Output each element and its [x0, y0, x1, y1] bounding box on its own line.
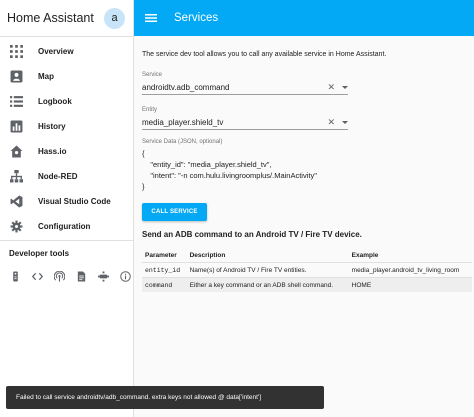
entity-value: media_player.shield_tv: [142, 118, 224, 127]
sidebar-item-node-red[interactable]: Node-RED: [0, 164, 133, 189]
gear-icon: [9, 220, 23, 234]
sidebar-nav: Overview Map Logbook History Hass.io Nod…: [0, 37, 133, 239]
network-icon: [9, 170, 23, 184]
table-row: command Either a key command or an ADB s…: [142, 277, 472, 292]
table-cell: media_player.android_tv_living_room: [348, 262, 472, 278]
developer-tools-section: Developer tools: [0, 240, 133, 282]
info-icon[interactable]: [119, 270, 131, 282]
page-title: Services: [174, 12, 219, 24]
service-value: androidtv.adb_command: [142, 83, 230, 92]
sidebar-item-label: Configuration: [38, 222, 91, 231]
call-service-button[interactable]: CALL SERVICE: [142, 203, 207, 221]
sidebar-header: Home Assistant a: [0, 0, 133, 37]
table-header: Description: [189, 252, 226, 259]
sidebar-item-configuration[interactable]: Configuration: [0, 214, 133, 239]
sidebar-item-label: Logbook: [38, 97, 72, 106]
file-icon[interactable]: [75, 270, 87, 282]
sidebar-item-map[interactable]: Map: [0, 64, 133, 89]
sidebar-item-hassio[interactable]: Hass.io: [0, 139, 133, 164]
sidebar-item-label: History: [38, 122, 66, 131]
main-content: The service dev tool allows you to call …: [142, 36, 472, 417]
table-header: Example: [351, 252, 379, 259]
sidebar-item-label: Map: [38, 72, 54, 81]
entity-controls: ✕: [327, 118, 348, 127]
top-app-bar: Services: [134, 0, 474, 36]
service-description-heading: Send an ADB command to an Android TV / F…: [142, 230, 362, 239]
table-cell: command: [142, 277, 187, 292]
service-data-label: Service Data (JSON, optional): [142, 139, 223, 145]
code-brackets-icon[interactable]: [31, 270, 43, 282]
broadcast-icon[interactable]: [53, 270, 65, 282]
error-snackbar: Failed to call service androidtv/adb_com…: [6, 386, 324, 409]
sidebar-item-label: Hass.io: [38, 147, 67, 156]
developer-tools-title: Developer tools: [9, 249, 70, 258]
template-icon[interactable]: [97, 270, 109, 282]
table-header-row: Parameter Description Example: [142, 249, 472, 263]
service-label: Service: [142, 72, 163, 78]
json-line: "entity_id": "media_player.shield_tv",: [142, 160, 272, 169]
remote-icon[interactable]: [9, 270, 21, 282]
sidebar: Home Assistant a Overview Map Logbook Hi…: [0, 0, 134, 417]
table-cell: Either a key command or an ADB shell com…: [186, 277, 349, 292]
json-line: {: [142, 149, 145, 158]
table-cell: HOME: [348, 277, 472, 292]
clear-icon[interactable]: ✕: [327, 83, 335, 92]
service-controls: ✕: [327, 83, 348, 92]
json-line: }: [142, 182, 145, 191]
grid-icon: [9, 45, 23, 59]
list-icon: [9, 95, 23, 109]
table-cell: entity_id: [142, 262, 187, 278]
sidebar-item-vscode[interactable]: Visual Studio Code: [0, 189, 133, 214]
entity-input[interactable]: media_player.shield_tv ✕: [142, 116, 348, 130]
table-row: entity_id Name(s) of Android TV / Fire T…: [142, 262, 472, 278]
service-data-textarea[interactable]: { "entity_id": "media_player.shield_tv",…: [142, 148, 348, 192]
sidebar-item-logbook[interactable]: Logbook: [0, 89, 133, 114]
sidebar-item-overview[interactable]: Overview: [0, 39, 133, 64]
service-input[interactable]: androidtv.adb_command ✕: [142, 81, 348, 95]
snackbar-message: Failed to call service androidtv/adb_com…: [16, 394, 262, 401]
sidebar-item-label: Node-RED: [38, 172, 78, 181]
sidebar-item-label: Visual Studio Code: [38, 197, 111, 206]
intro-text: The service dev tool allows you to call …: [142, 51, 387, 58]
map-icon: [9, 70, 23, 84]
json-line: "intent": "-n com.hulu.livingroomplus/.M…: [142, 171, 317, 180]
table-header: Parameter: [145, 252, 177, 259]
developer-tools-icons: [0, 258, 133, 282]
sidebar-item-history[interactable]: History: [0, 114, 133, 139]
parameters-table: Parameter Description Example entity_id …: [142, 249, 472, 292]
avatar[interactable]: a: [104, 7, 125, 29]
table-cell: Name(s) of Android TV / Fire TV entities…: [186, 262, 349, 278]
chevron-down-icon[interactable]: [342, 86, 348, 89]
code-icon: [9, 195, 23, 209]
clear-icon[interactable]: ✕: [327, 118, 335, 127]
chart-icon: [9, 120, 23, 134]
app-title: Home Assistant: [7, 11, 94, 25]
sidebar-item-label: Overview: [38, 47, 74, 56]
menu-icon[interactable]: [145, 12, 157, 24]
chevron-down-icon[interactable]: [342, 121, 348, 124]
entity-label: Entity: [142, 107, 158, 113]
house-icon: [9, 145, 23, 159]
